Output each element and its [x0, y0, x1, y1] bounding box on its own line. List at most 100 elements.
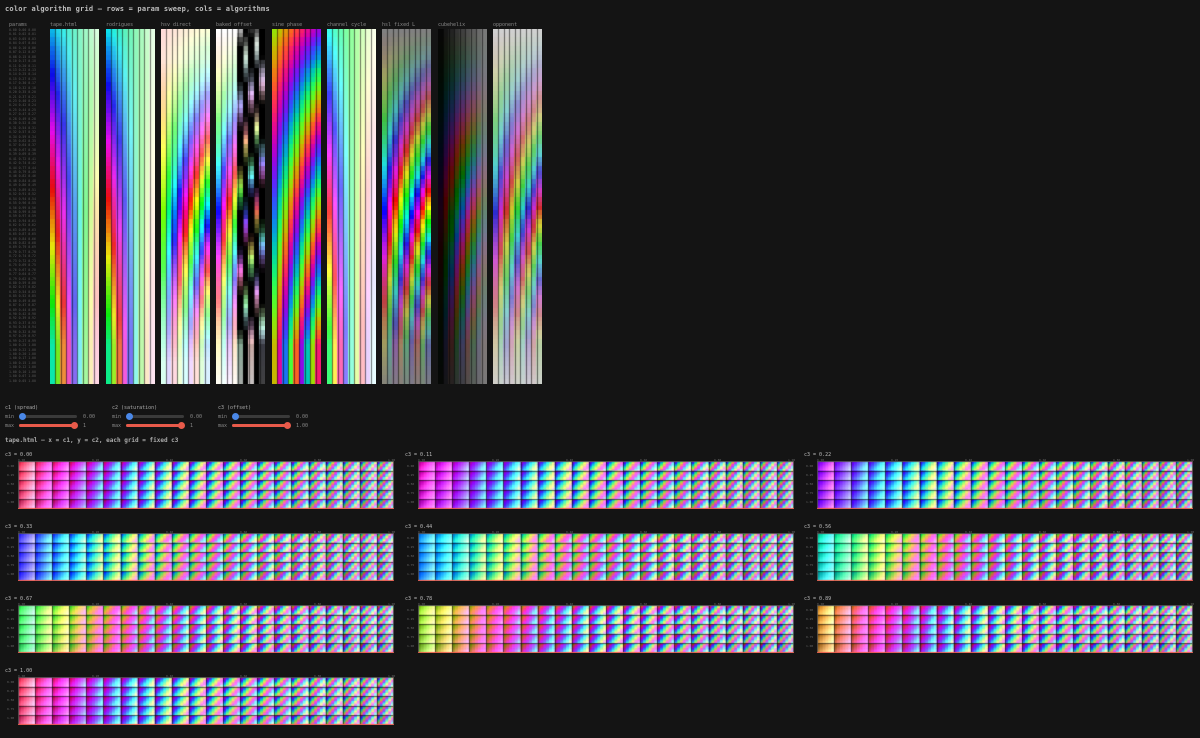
y-tick-label: 0.25	[7, 473, 15, 477]
y-tick-label: 0.25	[407, 473, 415, 477]
c3-grid-panel: c3 = 0.22 0.00 0.20 0.40 0.60 0.80 1.00 0.00 0.2…	[804, 452, 1194, 514]
y-tick-label: 1.00	[7, 644, 15, 648]
c3-grid-panel: c3 = 0.33 0.00 0.20 0.40 0.60 0.80 1.00 0.00 0.2…	[5, 524, 395, 586]
c2-max-slider[interactable]	[126, 422, 185, 429]
algorithm-strip-sine-phase	[272, 29, 321, 384]
y-axis-ticks: 0.00 0.25 0.50 0.75 1.00	[7, 678, 17, 723]
y-axis-ticks: 0.00 0.25 0.50 0.75 1.00	[806, 606, 816, 651]
y-tick-label: 0.75	[806, 491, 814, 495]
y-tick-label: 0.75	[7, 563, 15, 567]
y-tick-label: 0.50	[806, 554, 814, 558]
y-axis-ticks: 0.00 0.25 0.50 0.75 1.00	[7, 462, 17, 507]
c3-grid-panel: c3 = 0.89 0.00 0.20 0.40 0.60 0.80 1.00 0.00 0.2…	[804, 596, 1194, 658]
slider-thumb[interactable]	[284, 422, 291, 429]
y-tick-label: 0.75	[7, 635, 15, 639]
max-label: max	[218, 422, 228, 429]
c1-max-slider[interactable]	[19, 422, 78, 429]
y-tick-label: 0.00	[806, 464, 814, 468]
control-label-c3: c3 (offset)	[218, 405, 252, 411]
slider-thumb[interactable]	[71, 422, 78, 429]
y-tick-label: 0.50	[407, 626, 415, 630]
c3-grid-canvas	[817, 461, 1193, 509]
algorithm-strip-baked-offset	[216, 29, 265, 384]
y-tick-label: 0.25	[806, 617, 814, 621]
y-tick-label: 0.75	[806, 563, 814, 567]
column-header-baked-offset: baked offset	[216, 22, 253, 28]
c1-max-value: 1	[83, 422, 87, 429]
c3-max-value: 1.00	[296, 422, 309, 429]
c3-min-value: 0.00	[296, 413, 309, 420]
y-tick-label: 0.25	[407, 617, 415, 621]
y-tick-label: 0.25	[806, 545, 814, 549]
c1-min-value: 0.00	[83, 413, 96, 420]
c3-min-slider[interactable]	[232, 413, 290, 420]
c3-grid-canvas	[18, 677, 394, 725]
c3-grid-panel: c3 = 0.56 0.00 0.20 0.40 0.60 0.80 1.00 0.00 0.2…	[804, 524, 1194, 586]
y-tick-label: 0.50	[7, 554, 15, 558]
y-tick-label: 0.00	[806, 536, 814, 540]
y-tick-label: 0.00	[407, 608, 415, 612]
control-group-c1: c1 (spread) min 0.00 max 1	[5, 404, 105, 430]
y-tick-label: 0.50	[407, 482, 415, 486]
y-tick-label: 0.25	[806, 473, 814, 477]
column-header-hsv-direct: hsv direct	[161, 22, 192, 28]
control-label-c1: c1 (spread)	[5, 405, 39, 411]
y-axis-ticks: 0.00 0.25 0.50 0.75 1.00	[407, 462, 417, 507]
y-tick-label: 0.75	[407, 563, 415, 567]
y-tick-label: 1.00	[806, 644, 814, 648]
c3-grid-canvas	[18, 605, 394, 653]
c3-grid-canvas	[817, 533, 1193, 581]
param-row: 1.00 0.05 1.00	[9, 378, 36, 383]
y-tick-label: 0.75	[7, 707, 15, 711]
c2-min-slider[interactable]	[126, 413, 184, 420]
slider-thumb[interactable]	[126, 413, 133, 420]
c1-min-slider[interactable]	[19, 413, 77, 420]
y-tick-label: 0.50	[407, 554, 415, 558]
c3-max-slider[interactable]	[232, 422, 291, 429]
c3-grid-canvas	[418, 533, 794, 581]
c2-max-value: 1	[190, 422, 194, 429]
column-header-channel-cycle: channel cycle	[327, 22, 367, 28]
y-tick-label: 0.00	[7, 464, 15, 468]
slider-thumb[interactable]	[232, 413, 239, 420]
y-tick-label: 0.50	[7, 482, 15, 486]
y-tick-label: 1.00	[407, 644, 415, 648]
y-tick-label: 0.00	[7, 680, 15, 684]
c3-grid-canvas	[817, 605, 1193, 653]
min-label: min	[218, 413, 228, 420]
c3-grid-panel: c3 = 0.00 0.00 0.20 0.40 0.60 0.80 1.00 0.00 0.2…	[5, 452, 395, 514]
y-tick-label: 0.00	[806, 608, 814, 612]
param-row-list: 0.00 0.00 0.00 0.01 0.02 0.01 0.03 0.05 0.…	[9, 28, 45, 383]
min-label: min	[5, 413, 15, 420]
c3-grid-panel: c3 = 0.11 0.00 0.20 0.40 0.60 0.80 1.00 0.00 0.2…	[405, 452, 795, 514]
y-axis-ticks: 0.00 0.25 0.50 0.75 1.00	[407, 534, 417, 579]
y-tick-label: 1.00	[806, 572, 814, 576]
y-tick-label: 1.00	[806, 500, 814, 504]
y-axis-ticks: 0.00 0.25 0.50 0.75 1.00	[407, 606, 417, 651]
c3-grid-panel: c3 = 1.00 0.00 0.20 0.40 0.60 0.80 1.00 0.00 0.2…	[5, 668, 395, 730]
y-tick-label: 1.00	[7, 572, 15, 576]
y-tick-label: 0.00	[7, 608, 15, 612]
y-tick-label: 0.00	[407, 536, 415, 540]
c2-min-value: 0.00	[190, 413, 203, 420]
y-axis-ticks: 0.00 0.25 0.50 0.75 1.00	[7, 606, 17, 651]
y-axis-ticks: 0.00 0.25 0.50 0.75 1.00	[7, 534, 17, 579]
section-title: tape.html — x = c1, y = c2, each grid = …	[5, 437, 179, 444]
y-tick-label: 1.00	[7, 716, 15, 720]
y-tick-label: 1.00	[407, 500, 415, 504]
column-header-opponent: opponent	[493, 22, 518, 28]
column-header-sine-phase: sine phase	[272, 22, 303, 28]
y-axis-ticks: 0.00 0.25 0.50 0.75 1.00	[806, 534, 816, 579]
slider-thumb[interactable]	[178, 422, 185, 429]
y-tick-label: 0.75	[407, 491, 415, 495]
slider-thumb[interactable]	[19, 413, 26, 420]
y-tick-label: 0.75	[806, 635, 814, 639]
y-tick-label: 0.50	[806, 482, 814, 486]
control-group-c3: c3 (offset) min 0.00 max 1.00	[218, 404, 318, 430]
c3-grid-canvas	[18, 461, 394, 509]
y-tick-label: 0.00	[7, 536, 15, 540]
y-tick-label: 1.00	[407, 572, 415, 576]
column-header-tape: tape.html	[50, 22, 78, 28]
c3-grid-canvas	[418, 461, 794, 509]
y-axis-ticks: 0.00 0.25 0.50 0.75 1.00	[806, 462, 816, 507]
